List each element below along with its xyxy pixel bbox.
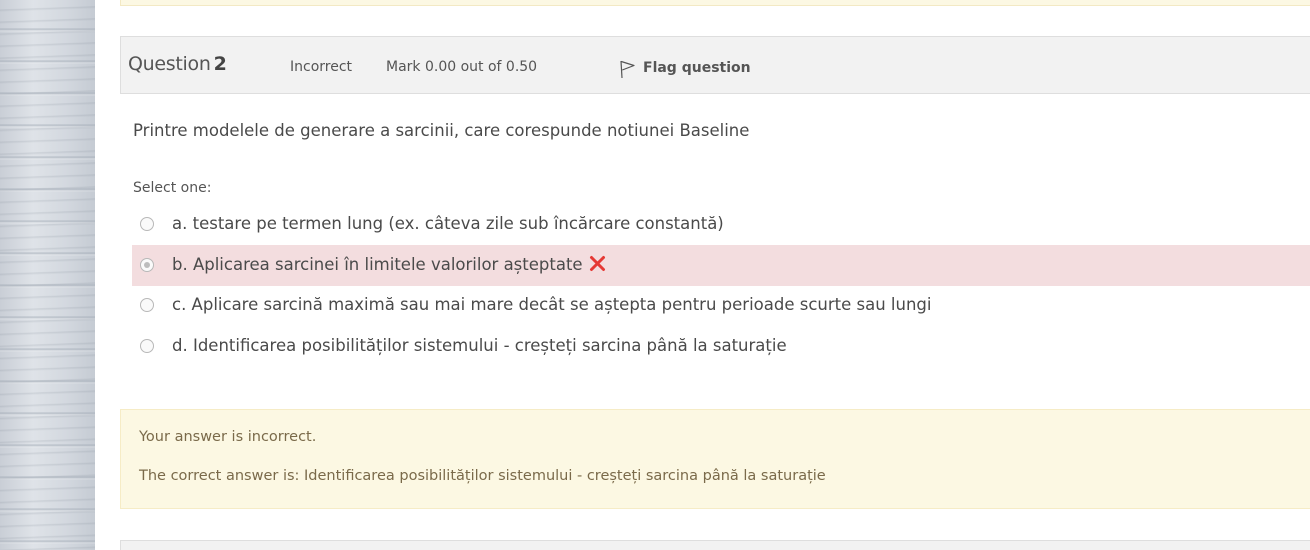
answer-label-c: c. Aplicare sarcină maximă sau mai mare … [172, 295, 932, 314]
answer-option-a[interactable]: a. testare pe termen lung (ex. câteva zi… [132, 204, 1310, 245]
question-label: Question [128, 53, 211, 75]
flag-question-label: Flag question [643, 60, 751, 76]
answer-radio-c[interactable] [140, 298, 154, 312]
question-text: Printre modelele de generare a sarcinii,… [133, 121, 750, 140]
feedback-correct-answer: The correct answer is: Identificarea pos… [139, 468, 826, 484]
answer-label-d: d. Identificarea posibilităților sistemu… [172, 336, 787, 355]
main-content: Question 2 Incorrect Mark 0.00 out of 0.5… [95, 0, 1310, 550]
next-question-info-bar [120, 540, 1310, 550]
question-number-value: 2 [213, 53, 227, 75]
answer-label-b-wrap: b. Aplicarea sarcinei în limitele valori… [172, 255, 606, 274]
question-state: Incorrect [290, 59, 353, 75]
question-number: Question 2 [128, 53, 227, 75]
answer-label-a: a. testare pe termen lung (ex. câteva zi… [172, 214, 724, 233]
answer-radio-d[interactable] [140, 339, 154, 353]
select-one-prompt: Select one: [133, 180, 212, 196]
answer-option-c[interactable]: c. Aplicare sarcină maximă sau mai mare … [132, 285, 1310, 326]
previous-question-feedback [120, 0, 1310, 6]
question-grade: Mark 0.00 out of 0.50 [386, 59, 538, 75]
answer-radio-a[interactable] [140, 217, 154, 231]
answer-radio-b[interactable] [140, 258, 154, 272]
flag-icon [620, 60, 635, 79]
answer-option-d[interactable]: d. Identificarea posibilităților sistemu… [132, 326, 1310, 367]
feedback-summary: Your answer is incorrect. [139, 429, 317, 445]
flag-question-button[interactable]: Flag question [619, 57, 751, 79]
wood-background [0, 0, 95, 550]
feedback-box: Your answer is incorrect. The correct an… [120, 409, 1310, 509]
quiz-review-page: Question 2 Incorrect Mark 0.00 out of 0.5… [0, 0, 1310, 550]
answer-option-b[interactable]: b. Aplicarea sarcinei în limitele valori… [132, 245, 1310, 286]
cross-icon [589, 256, 605, 271]
answer-label-b: b. Aplicarea sarcinei în limitele valori… [172, 255, 583, 274]
question-info-bar: Question 2 Incorrect Mark 0.00 out of 0.5… [120, 36, 1310, 94]
